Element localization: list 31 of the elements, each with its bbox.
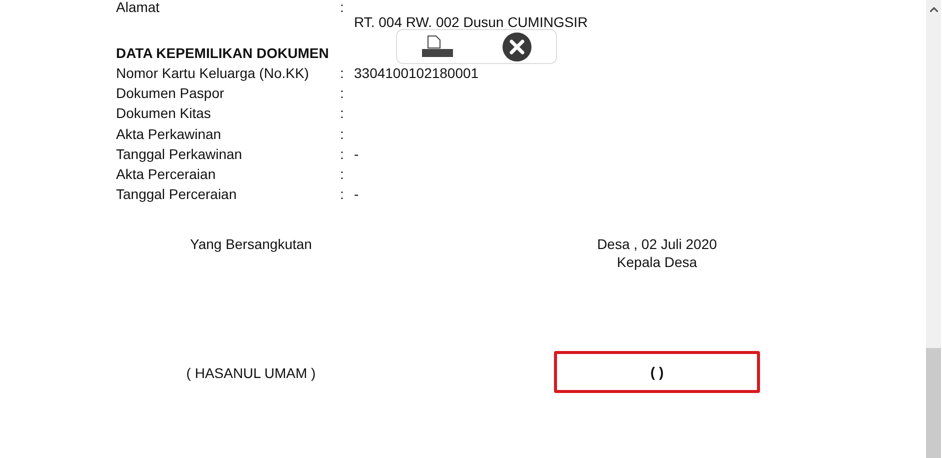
colon: : bbox=[340, 185, 345, 204]
signer-title: Kepala Desa bbox=[616, 253, 698, 272]
signer-name: ( HASANUL UMAM ) bbox=[186, 364, 316, 382]
field-value: - bbox=[354, 144, 359, 164]
signer-name-box: ( ) bbox=[554, 351, 760, 394]
field-value: - bbox=[354, 185, 359, 204]
scroll-up-icon[interactable] bbox=[930, 7, 938, 12]
field-label: Dokumen Paspor bbox=[116, 84, 226, 104]
colon: : bbox=[340, 144, 345, 164]
address-value: RT. 004 RW. 002 Dusun CUMINGSIR bbox=[354, 13, 588, 31]
close-icon[interactable] bbox=[502, 32, 532, 62]
scrollbar[interactable] bbox=[926, 0, 941, 458]
colon: : bbox=[340, 0, 345, 13]
colon: : bbox=[340, 164, 345, 184]
field-label: Alamat bbox=[116, 0, 161, 13]
colon: : bbox=[340, 124, 345, 144]
section-heading: DATA KEPEMILIKAN DOKUMEN bbox=[116, 44, 329, 63]
colon: : bbox=[340, 84, 345, 104]
signer-title: Yang Bersangkutan bbox=[190, 235, 312, 254]
field-label: Akta Perceraian bbox=[116, 164, 217, 184]
colon: : bbox=[340, 104, 345, 124]
field-label: Tanggal Perkawinan bbox=[116, 144, 244, 164]
field-label: Dokumen Kitas bbox=[116, 104, 212, 124]
field-label: Tanggal Perceraian bbox=[116, 185, 238, 204]
colon: : bbox=[340, 64, 345, 83]
field-label: Nomor Kartu Keluarga (No.KK) bbox=[116, 64, 310, 83]
printer-icon[interactable] bbox=[422, 34, 454, 58]
place-date: Desa , 02 Juli 2020 bbox=[597, 235, 717, 254]
field-label: Akta Perkawinan bbox=[116, 124, 222, 144]
scrollbar-thumb[interactable] bbox=[926, 348, 941, 458]
field-value: 3304100102180001 bbox=[354, 64, 479, 83]
